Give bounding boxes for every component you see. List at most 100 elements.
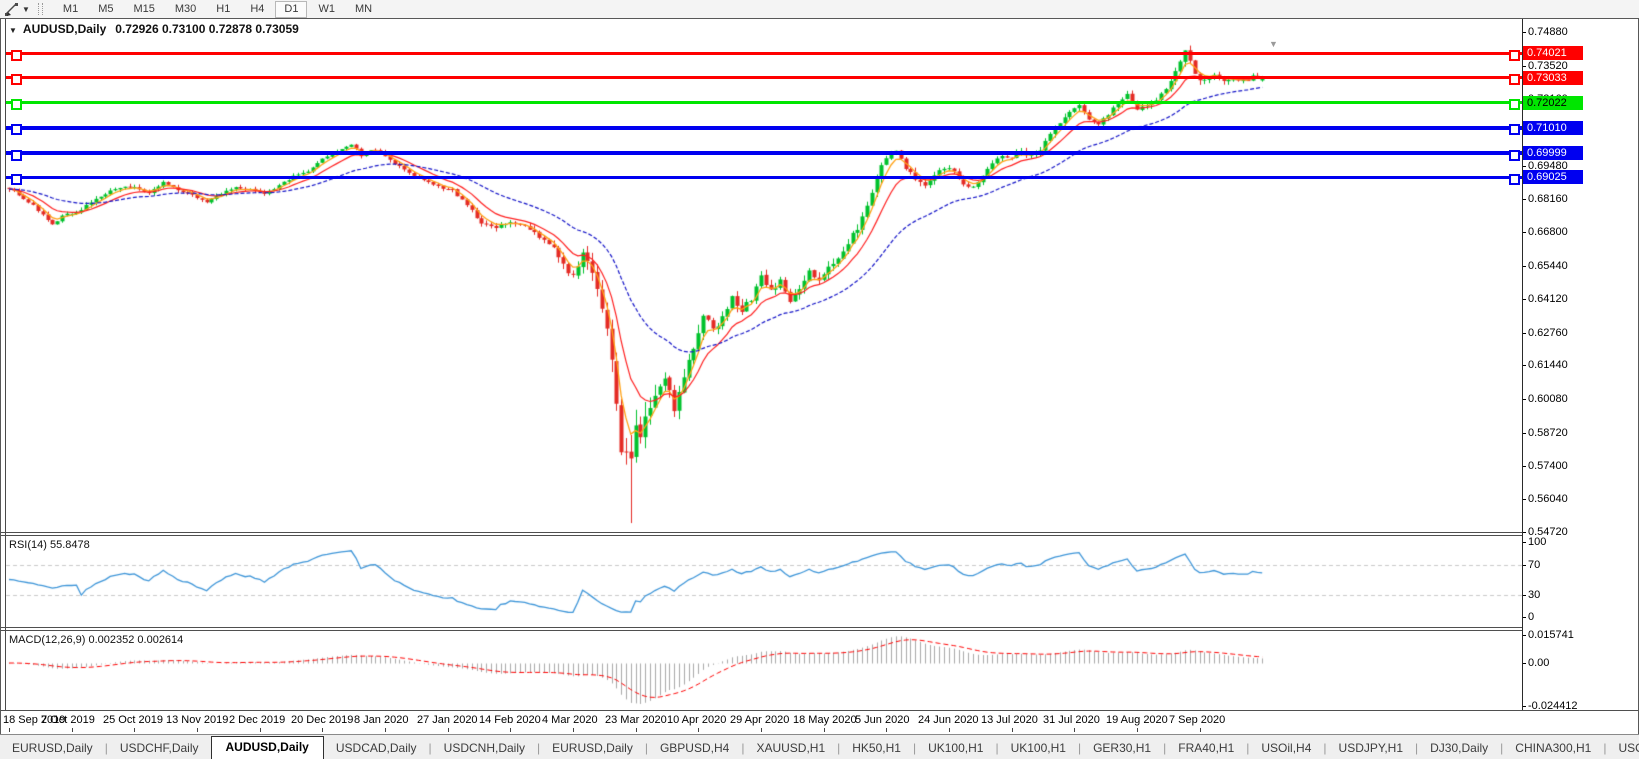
chart-tab-china300-h1[interactable]: CHINA300,H1 xyxy=(1503,738,1603,759)
level-line-handle[interactable] xyxy=(11,50,22,61)
cursor-tool-button[interactable]: ▼ xyxy=(0,0,34,18)
date-axis-label: 7 Oct 2019 xyxy=(41,714,95,726)
date-tick-mark xyxy=(573,728,574,732)
chart-tab-gbpusd-h4[interactable]: GBPUSD,H4 xyxy=(648,738,741,759)
date-tick-mark xyxy=(824,728,825,732)
rsi-axis-label: 100 xyxy=(1528,536,1547,548)
timeframe-button-mn[interactable]: MN xyxy=(346,1,381,18)
timeframe-button-h1[interactable]: H1 xyxy=(207,1,239,18)
level-line-handle[interactable] xyxy=(11,124,22,135)
date-tick-mark xyxy=(197,728,198,732)
timeframe-button-d1[interactable]: D1 xyxy=(275,0,308,18)
date-axis-label: 25 Oct 2019 xyxy=(103,714,163,726)
price-tick-label: 0.64120 xyxy=(1528,293,1568,305)
macd-axis-label: 0.00 xyxy=(1528,657,1550,669)
price-tick-label: 0.65440 xyxy=(1528,260,1568,272)
date-axis-label: 13 Nov 2019 xyxy=(166,714,229,726)
level-line-handle[interactable] xyxy=(11,99,22,110)
chart-tab-ger30-h1[interactable]: GER30,H1 xyxy=(1081,738,1163,759)
date-axis-label: 8 Jan 2020 xyxy=(354,714,409,726)
level-line-handle[interactable] xyxy=(1509,74,1520,85)
horizontal-level-line[interactable] xyxy=(6,176,1522,179)
date-tick-mark xyxy=(260,728,261,732)
chart-tab-usdcnh-daily[interactable]: USDCNH,Daily xyxy=(432,738,537,759)
date-tick-mark xyxy=(72,728,73,732)
timeframe-button-m15[interactable]: M15 xyxy=(124,1,163,18)
date-tick-mark xyxy=(761,728,762,732)
chart-tab-eurusd-daily[interactable]: EURUSD,Daily xyxy=(0,738,105,759)
date-tick-mark xyxy=(698,728,699,732)
level-price-badge: 0.71010 xyxy=(1523,121,1583,135)
panel-separator-macd-bottom xyxy=(1,630,1522,631)
top-toolbar: ▼ M1 M5 M15 M30 H1 H4 D1 W1 MN xyxy=(0,0,1639,19)
timeframe-button-m30[interactable]: M30 xyxy=(166,1,205,18)
date-axis-label: 18 May 2020 xyxy=(793,714,857,726)
chart-tab-usdcad-daily[interactable]: USDCAD,Daily xyxy=(324,738,429,759)
rsi-axis-label: 30 xyxy=(1528,589,1541,601)
chart-tab-usoil-h4[interactable]: USOil,H4 xyxy=(1249,738,1323,759)
horizontal-level-line[interactable] xyxy=(6,151,1522,155)
chart-tabs: EURUSD,Daily | USDCHF,Daily AUDUSD,Daily USD… xyxy=(0,736,1639,759)
chart-tab-usoil-h1[interactable]: USOil,H1 xyxy=(1606,738,1639,759)
chart-tab-usdjpy-h1[interactable]: USDJPY,H1 xyxy=(1327,738,1415,759)
horizontal-level-line[interactable] xyxy=(6,126,1522,130)
date-tick-mark xyxy=(1012,728,1013,732)
panel-separator-rsi-top[interactable] xyxy=(1,532,1522,533)
price-tick-label: 0.74880 xyxy=(1528,26,1568,38)
chart-tab-bar: EURUSD,Daily | USDCHF,Daily AUDUSD,Daily USD… xyxy=(0,734,1639,759)
date-axis-label: 20 Dec 2019 xyxy=(291,714,354,726)
level-line-handle[interactable] xyxy=(1509,124,1520,135)
timeframe-button-h4[interactable]: H4 xyxy=(241,1,273,18)
date-axis-label: 4 Mar 2020 xyxy=(542,714,598,726)
date-tick-mark xyxy=(9,728,10,732)
chart-tab-dj30-daily[interactable]: DJ30,Daily xyxy=(1418,738,1500,759)
date-axis-border[interactable] xyxy=(1,710,1638,711)
chart-tab-xauusd-h1[interactable]: XAUUSD,H1 xyxy=(744,738,837,759)
horizontal-level-line[interactable] xyxy=(6,52,1522,55)
chart-tab-uk100-h1[interactable]: UK100,H1 xyxy=(999,738,1078,759)
level-line-handle[interactable] xyxy=(11,74,22,85)
date-axis-label: 7 Sep 2020 xyxy=(1169,714,1226,726)
date-tick-mark xyxy=(1074,728,1075,732)
rsi-axis-label: 70 xyxy=(1528,559,1541,571)
timeframe-button-m1[interactable]: M1 xyxy=(54,1,87,18)
level-line-handle[interactable] xyxy=(1509,50,1520,61)
chart-shift-marker-icon[interactable]: ▼ xyxy=(1269,39,1278,49)
chart-tab-hk50-h1[interactable]: HK50,H1 xyxy=(840,738,913,759)
date-axis-label: 13 Jul 2020 xyxy=(981,714,1038,726)
level-line-handle[interactable] xyxy=(1509,174,1520,185)
chart-tab-audusd-daily[interactable]: AUDUSD,Daily xyxy=(210,736,324,759)
chart-tab-usdchf-daily[interactable]: USDCHF,Daily xyxy=(108,738,211,759)
level-price-badge: 0.69999 xyxy=(1523,146,1583,160)
date-axis-label: 19 Aug 2020 xyxy=(1106,714,1168,726)
chart-tab-uk100-h1[interactable]: UK100,H1 xyxy=(916,738,995,759)
price-tick-label: 0.66800 xyxy=(1528,226,1568,238)
date-tick-mark xyxy=(322,728,323,732)
panel-separator-rsi-bottom xyxy=(1,535,1522,536)
level-line-handle[interactable] xyxy=(1509,150,1520,161)
chart-tab-fra40-h1[interactable]: FRA40,H1 xyxy=(1166,738,1246,759)
price-tick-label: 0.68160 xyxy=(1528,193,1568,205)
chart-tab-eurusd-daily[interactable]: EURUSD,Daily xyxy=(540,738,645,759)
timeframe-button-w1[interactable]: W1 xyxy=(309,1,344,18)
panel-separator-macd-top[interactable] xyxy=(1,627,1522,628)
date-axis-label: 14 Feb 2020 xyxy=(479,714,541,726)
horizontal-level-line[interactable] xyxy=(6,101,1522,104)
ohlc-readout: 0.72926 0.73100 0.72878 0.73059 xyxy=(115,22,299,36)
date-axis-label: 10 Apr 2020 xyxy=(667,714,727,726)
timeframe-button-m5[interactable]: M5 xyxy=(89,1,122,18)
collapse-icon[interactable]: ▼ xyxy=(9,26,17,35)
level-line-handle[interactable] xyxy=(11,150,22,161)
date-tick-mark xyxy=(448,728,449,732)
trendline-cursor-icon xyxy=(5,2,18,16)
rsi-axis-label: 0 xyxy=(1528,611,1535,623)
level-line-handle[interactable] xyxy=(1509,99,1520,110)
date-tick-mark xyxy=(1137,728,1138,732)
symbol-period-label: AUDUSD,Daily xyxy=(22,22,107,36)
chart-window: ▼ AUDUSD,Daily 0.72926 0.73100 0.72878 0.7… xyxy=(0,18,1639,735)
horizontal-level-line[interactable] xyxy=(6,76,1522,79)
plot-left-border xyxy=(5,19,6,710)
price-tick-label: 0.62760 xyxy=(1528,327,1568,339)
date-axis-label: 2 Dec 2019 xyxy=(229,714,286,726)
level-line-handle[interactable] xyxy=(11,174,22,185)
